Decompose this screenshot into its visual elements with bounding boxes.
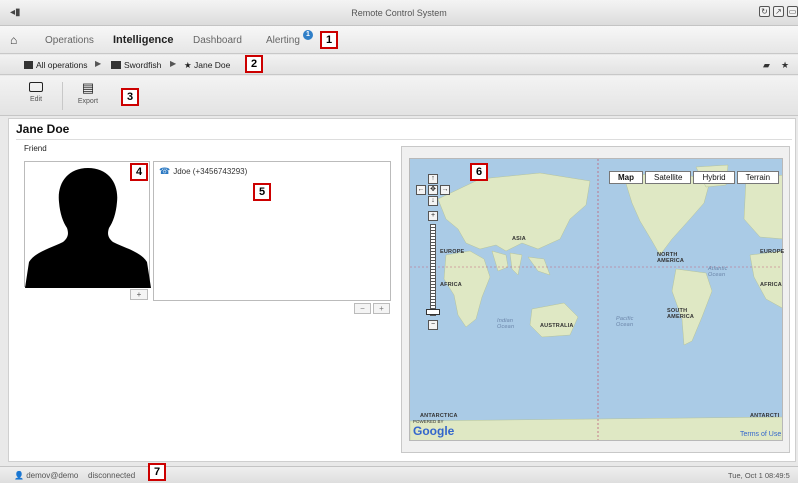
breadcrumb-jane-doe[interactable]: ★ Jane Doe xyxy=(184,60,230,71)
edit-icon xyxy=(29,82,43,92)
land-australia xyxy=(529,302,579,338)
breadcrumb: All operations ▶ Swordfish ▶ ★ Jane Doe … xyxy=(0,55,798,75)
breadcrumb-all-operations[interactable]: All operations xyxy=(24,60,88,70)
map-type-hybrid[interactable]: Hybrid xyxy=(693,171,735,184)
maximize-icon[interactable]: ↗ xyxy=(773,6,784,17)
export-button[interactable]: ▤ Export xyxy=(68,80,108,105)
map-label-north-america: NORTH AMERICA xyxy=(657,252,685,264)
status-datetime: Tue, Oct 1 08:49:5 xyxy=(728,471,790,480)
breadcrumb-label: Swordfish xyxy=(124,60,162,70)
window-controls: ↻ ↗ ▭ xyxy=(759,6,798,17)
map-label-africa: AFRICA xyxy=(440,282,462,288)
zoom-slider[interactable] xyxy=(430,224,436,316)
add-photo-button[interactable]: + xyxy=(130,289,148,300)
pan-center-icon[interactable]: ✥ xyxy=(428,185,438,195)
contacts-list: ☎ Jdoe (+3456743293) xyxy=(153,161,391,301)
window-titlebar: ◂▮ Remote Control System ↻ ↗ ▭ xyxy=(0,0,798,26)
callout-5: 5 xyxy=(253,183,271,201)
divider xyxy=(16,139,792,140)
breadcrumb-label: All operations xyxy=(36,60,88,70)
land-europe-east xyxy=(743,174,782,240)
callout-3: 3 xyxy=(121,88,139,106)
edit-label: Edit xyxy=(29,96,43,103)
target-group-icon xyxy=(111,61,121,69)
remove-contact-button[interactable]: − xyxy=(354,303,371,314)
land-southeast-asia xyxy=(527,256,551,276)
breadcrumb-label: Jane Doe xyxy=(193,60,231,70)
main-navigation: ⌂ Operations Intelligence Dashboard Aler… xyxy=(0,26,798,54)
zoom-slider-thumb[interactable] xyxy=(426,309,440,315)
callout-4: 4 xyxy=(130,163,148,181)
star-icon[interactable]: ★ xyxy=(781,60,789,71)
phone-icon: ☎ xyxy=(159,166,171,176)
home-icon[interactable]: ⌂ xyxy=(10,33,17,47)
land-africa-east xyxy=(749,250,782,309)
pan-left-icon[interactable]: ← xyxy=(416,185,426,195)
status-user: 👤 demov@demo xyxy=(14,471,78,480)
list-item[interactable]: ☎ Jdoe (+3456743293) xyxy=(159,166,247,177)
map-label-south-america: SOUTH AMERICA xyxy=(667,308,695,320)
nav-dashboard[interactable]: Dashboard xyxy=(193,35,242,46)
nav-intelligence[interactable]: Intelligence xyxy=(113,34,174,46)
pan-up-icon[interactable]: ↑ xyxy=(428,174,438,184)
callout-7: 7 xyxy=(148,463,166,481)
map-label-asia: ASIA xyxy=(512,236,526,242)
land-africa xyxy=(443,250,491,328)
chevron-right-icon: ▶ xyxy=(95,59,102,68)
map-label-africa-2: AFRICA xyxy=(760,282,782,288)
google-logo[interactable]: Google xyxy=(413,424,454,438)
window-title: Remote Control System xyxy=(351,8,447,18)
alerting-badge: 1 xyxy=(303,30,313,40)
map-type-terrain[interactable]: Terrain xyxy=(736,171,780,184)
toolbar-separator xyxy=(62,82,63,110)
status-user-label: demov@demo xyxy=(26,471,79,480)
zoom-in-icon[interactable]: + xyxy=(428,211,438,221)
land-antarctica xyxy=(410,416,782,440)
connection-status: disconnected xyxy=(88,471,136,480)
operation-icon xyxy=(24,61,33,69)
status-bar: 👤 demov@demo disconnected Tue, Oct 1 08:… xyxy=(0,466,798,483)
user-icon: 👤 xyxy=(14,471,27,480)
map-type-satellite[interactable]: Satellite xyxy=(645,171,692,184)
map-type-map[interactable]: Map xyxy=(609,171,643,184)
terms-of-use-link[interactable]: Terms of Use xyxy=(740,431,781,438)
breadcrumb-swordfish[interactable]: Swordfish xyxy=(111,60,161,70)
world-map[interactable] xyxy=(409,158,783,441)
contact-label: Jdoe (+3456743293) xyxy=(173,167,248,176)
pan-right-icon[interactable]: → xyxy=(440,185,450,195)
map-label-antarctica-2: ANTARCTI xyxy=(750,413,780,419)
map-label-pacific-ocean: Pacific Ocean xyxy=(616,316,634,328)
map-label-europe: EUROPE xyxy=(440,249,465,255)
callout-6: 6 xyxy=(470,163,488,181)
callout-1: 1 xyxy=(320,31,338,49)
callout-2: 2 xyxy=(245,55,263,73)
pan-down-icon[interactable]: ↓ xyxy=(428,196,438,206)
star-icon: ★ xyxy=(184,60,194,70)
nav-alerting[interactable]: Alerting xyxy=(266,35,300,46)
nav-operations[interactable]: Operations xyxy=(45,35,94,46)
export-icon: ▤ xyxy=(81,80,95,95)
close-icon[interactable]: ▭ xyxy=(787,6,798,17)
map-label-europe-2: EUROPE xyxy=(760,249,785,255)
action-toolbar: Edit ▤ Export xyxy=(0,76,798,116)
map-label-indian-ocean: Indian Ocean xyxy=(497,318,515,330)
export-label: Export xyxy=(77,98,99,105)
chevron-right-icon: ▶ xyxy=(170,59,177,68)
land-arabia xyxy=(491,250,509,272)
refresh-icon[interactable]: ↻ xyxy=(759,6,770,17)
edit-button[interactable]: Edit xyxy=(16,80,56,103)
map-label-australia: AUSTRALIA xyxy=(540,323,574,329)
entity-type: Friend xyxy=(24,144,47,153)
add-contact-button[interactable]: + xyxy=(373,303,390,314)
land-south-america xyxy=(671,268,713,346)
land-india xyxy=(509,252,523,276)
map-type-selector: Map Satellite Hybrid Terrain xyxy=(609,171,780,184)
zoom-out-icon[interactable]: − xyxy=(428,320,438,330)
group-icon[interactable]: ▰ xyxy=(763,60,770,71)
page-title: Jane Doe xyxy=(16,122,70,136)
map-label-atlantic-ocean: Atlantic Ocean xyxy=(708,266,728,278)
world-map-graphic xyxy=(410,159,782,440)
